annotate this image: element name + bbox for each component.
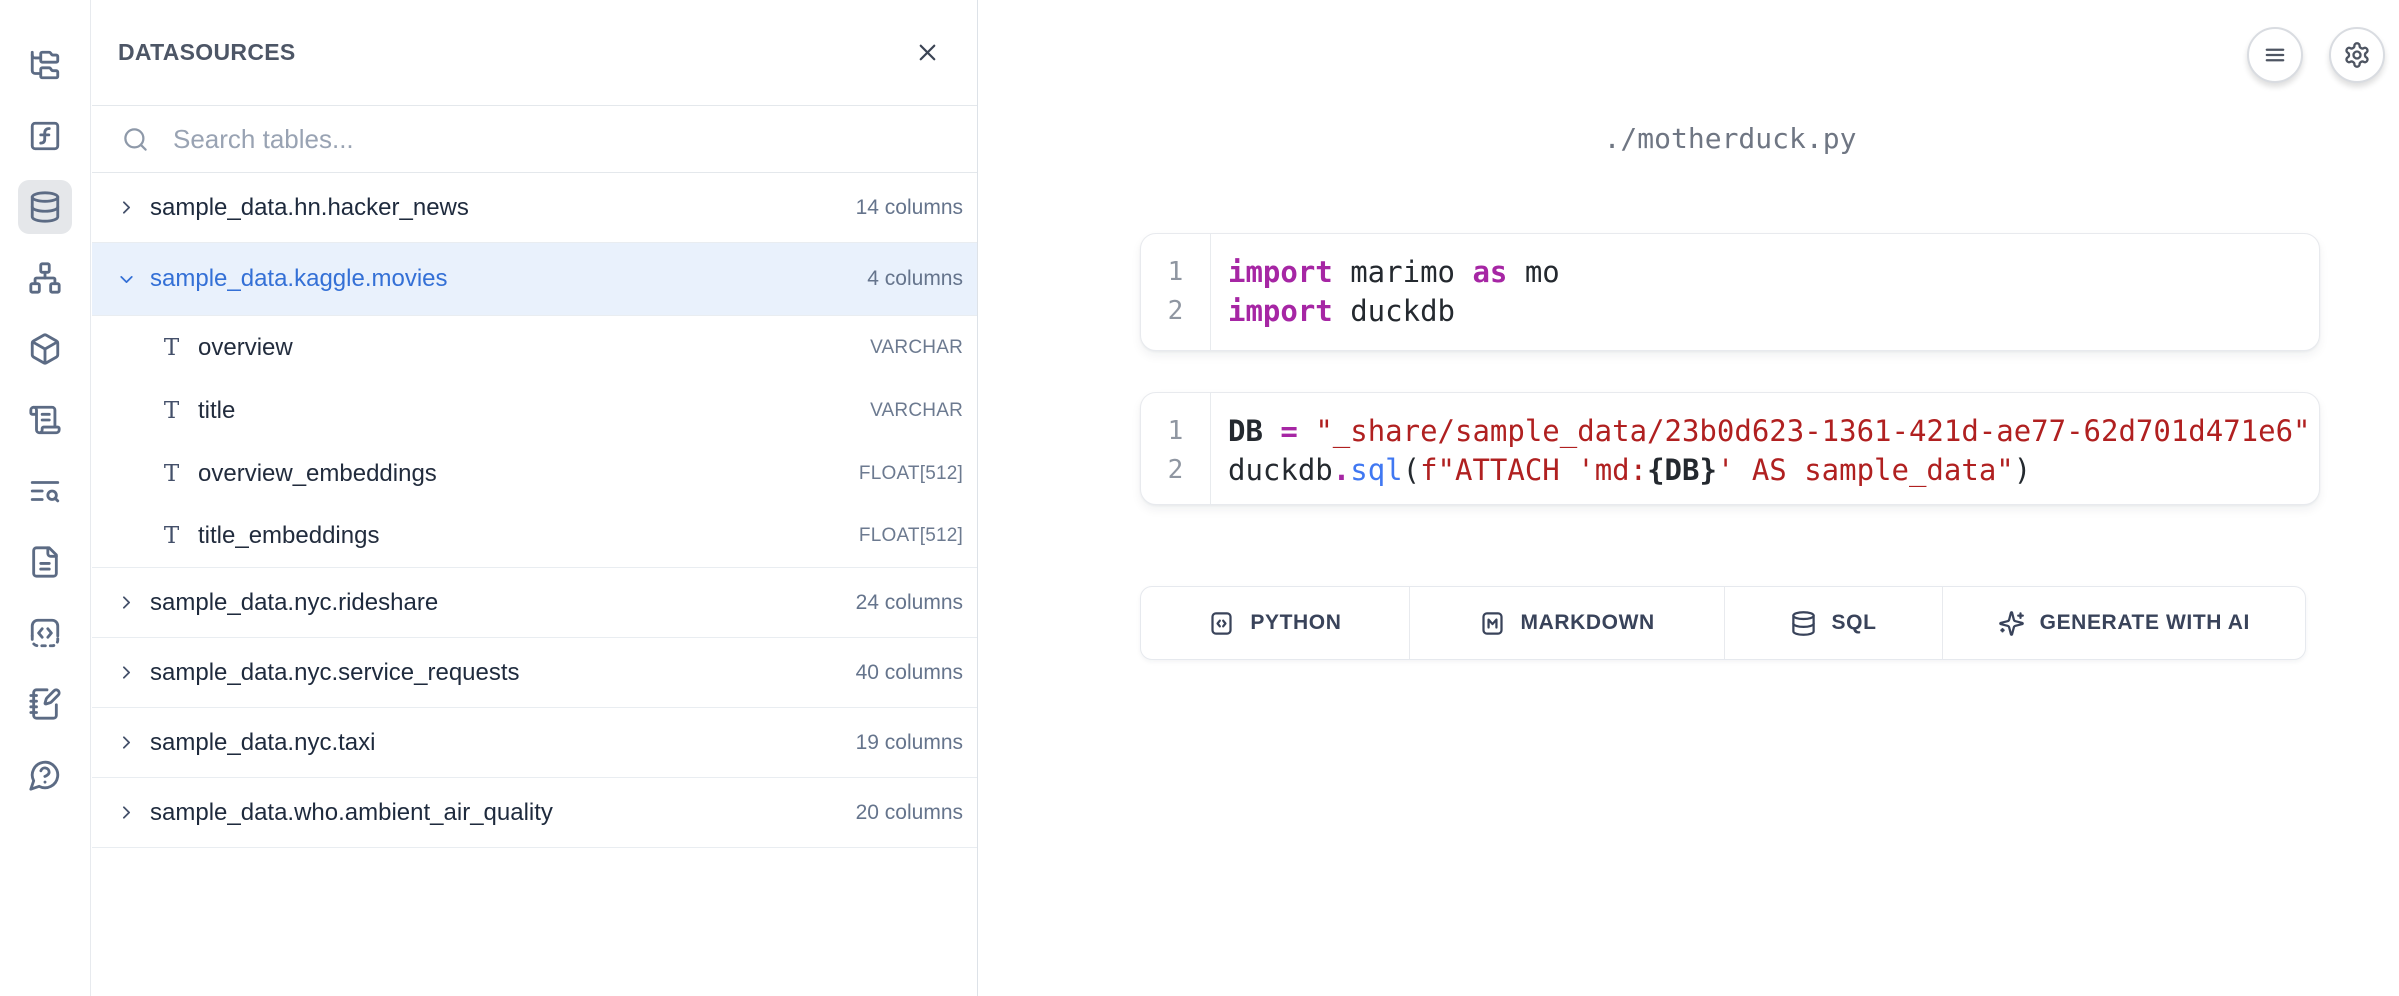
line-number-gutter: 1 2 <box>1141 234 1211 350</box>
text-type-icon: T <box>158 335 185 361</box>
menu-icon <box>2261 41 2289 69</box>
snippets-panel-icon[interactable] <box>18 535 72 589</box>
column-name: title_embeddings <box>198 522 379 550</box>
text-type-icon: T <box>158 523 185 549</box>
table-name: sample_data.nyc.service_requests <box>150 659 520 687</box>
table-column-count: 24 columns <box>856 591 963 615</box>
datasources-panel: DATASOURCES sample_data.hn.hacker_news 1… <box>92 0 978 996</box>
notebook-menu-button[interactable] <box>2247 27 2303 83</box>
column-row[interactable]: T overview_embeddings FLOAT[512] <box>92 442 977 505</box>
close-icon[interactable] <box>914 39 941 66</box>
column-type: FLOAT[512] <box>859 463 963 485</box>
code-editor[interactable]: DB = "_share/sample_data/23b0d623-1361-4… <box>1211 393 2319 504</box>
scratchpad-panel-icon[interactable] <box>18 677 72 731</box>
code-cell: 1 2 DB = "_share/sample_data/23b0d623-13… <box>1140 392 2320 505</box>
column-name: overview_embeddings <box>198 460 437 488</box>
packages-panel-icon[interactable] <box>18 322 72 376</box>
sparkles-icon <box>1998 610 2025 637</box>
line-number-gutter: 1 2 <box>1141 393 1211 504</box>
column-row[interactable]: T title_embeddings FLOAT[512] <box>92 505 977 568</box>
panel-title: DATASOURCES <box>118 39 296 66</box>
chevron-right-icon[interactable] <box>116 662 137 683</box>
outputs-panel-icon[interactable] <box>18 606 72 660</box>
gear-icon <box>2343 41 2371 69</box>
table-column-count: 14 columns <box>856 196 963 220</box>
column-name: overview <box>198 334 293 362</box>
add-markdown-cell-button[interactable]: MARKDOWN <box>1410 587 1725 659</box>
column-name: title <box>198 397 235 425</box>
column-row[interactable]: T title VARCHAR <box>92 379 977 442</box>
search-icon <box>122 126 149 153</box>
datasources-panel-header: DATASOURCES <box>92 0 977 106</box>
code-editor[interactable]: import marimo as mo import duckdb <box>1211 234 2319 350</box>
code-cell: 1 2 import marimo as mo import duckdb <box>1140 233 2320 351</box>
helper-panel-rail <box>0 0 91 996</box>
line-number: 2 <box>1141 451 1210 490</box>
table-name: sample_data.who.ambient_air_quality <box>150 799 553 827</box>
code-square-icon <box>1208 610 1235 637</box>
notebook-filename: ./motherduck.py <box>1140 122 2320 155</box>
generate-with-ai-button[interactable]: GENERATE WITH AI <box>1943 587 2305 659</box>
table-row[interactable]: sample_data.nyc.service_requests 40 colu… <box>92 638 977 708</box>
chevron-right-icon[interactable] <box>116 802 137 823</box>
chevron-right-icon[interactable] <box>116 732 137 753</box>
column-type: FLOAT[512] <box>859 525 963 547</box>
chevron-right-icon[interactable] <box>116 592 137 613</box>
table-row[interactable]: sample_data.who.ambient_air_quality 20 c… <box>92 778 977 848</box>
table-column-count: 4 columns <box>867 267 963 291</box>
line-number: 2 <box>1141 292 1210 331</box>
text-type-icon: T <box>158 461 185 487</box>
table-column-count: 19 columns <box>856 731 963 755</box>
button-label: GENERATE WITH AI <box>2040 611 2250 635</box>
markdown-square-icon <box>1479 610 1506 637</box>
column-type: VARCHAR <box>870 337 963 359</box>
marimo-notebook-screen: DATASOURCES sample_data.hn.hacker_news 1… <box>0 0 2399 996</box>
file-explorer-icon[interactable] <box>18 38 72 92</box>
table-name: sample_data.nyc.rideshare <box>150 589 438 617</box>
table-row[interactable]: sample_data.nyc.rideshare 24 columns <box>92 568 977 638</box>
chevron-right-icon[interactable] <box>116 197 137 218</box>
text-type-icon: T <box>158 398 185 424</box>
logs-panel-icon[interactable] <box>18 393 72 447</box>
table-column-count: 40 columns <box>856 661 963 685</box>
column-row[interactable]: T overview VARCHAR <box>92 316 977 379</box>
button-label: SQL <box>1832 611 1877 635</box>
table-row[interactable]: sample_data.hn.hacker_news 14 columns <box>92 173 977 243</box>
dependencies-panel-icon[interactable] <box>18 251 72 305</box>
line-number: 1 <box>1141 412 1210 451</box>
chevron-down-icon[interactable] <box>116 269 137 290</box>
search-input[interactable] <box>171 123 953 156</box>
database-icon <box>1790 610 1817 637</box>
functions-panel-icon[interactable] <box>18 109 72 163</box>
settings-button[interactable] <box>2329 27 2385 83</box>
datasources-panel-icon[interactable] <box>18 180 72 234</box>
table-name: sample_data.kaggle.movies <box>150 265 448 293</box>
line-number: 1 <box>1141 253 1210 292</box>
help-chat-icon[interactable] <box>18 748 72 802</box>
add-sql-cell-button[interactable]: SQL <box>1725 587 1943 659</box>
add-cell-toolbar: PYTHON MARKDOWN SQL GENERATE WITH AI <box>1140 586 2306 660</box>
table-name: sample_data.nyc.taxi <box>150 729 375 757</box>
button-label: MARKDOWN <box>1521 611 1655 635</box>
table-name: sample_data.hn.hacker_news <box>150 194 469 222</box>
table-row-selected[interactable]: sample_data.kaggle.movies 4 columns <box>92 243 977 316</box>
add-python-cell-button[interactable]: PYTHON <box>1141 587 1410 659</box>
table-column-count: 20 columns <box>856 801 963 825</box>
search-row <box>92 106 977 173</box>
table-row[interactable]: sample_data.nyc.taxi 19 columns <box>92 708 977 778</box>
documentation-panel-icon[interactable] <box>18 464 72 518</box>
column-type: VARCHAR <box>870 400 963 422</box>
button-label: PYTHON <box>1250 611 1341 635</box>
